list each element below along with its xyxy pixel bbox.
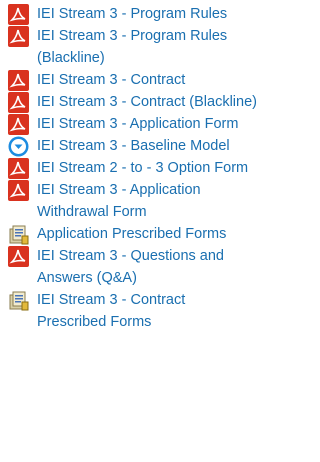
list-item[interactable]: IEI Stream 3 - Contract (Blackline) (8, 91, 266, 113)
download-icon (8, 136, 29, 157)
pdf-icon (8, 158, 29, 179)
link-program-rules[interactable]: IEI Stream 3 - Program Rules (37, 3, 257, 25)
pdf-icon (8, 92, 29, 113)
pdf-icon (8, 26, 29, 47)
pdf-icon (8, 180, 29, 201)
link-application-withdrawal-form[interactable]: IEI Stream 3 - Application Withdrawal Fo… (37, 179, 257, 223)
document-link-list: IEI Stream 3 - Program Rules IEI Stream … (0, 0, 266, 333)
forms-icon (8, 224, 29, 245)
list-item[interactable]: IEI Stream 3 - Application Form (8, 113, 266, 135)
list-item[interactable]: IEI Stream 3 - Baseline Model (8, 135, 266, 157)
link-contract-blackline[interactable]: IEI Stream 3 - Contract (Blackline) (37, 91, 257, 113)
pdf-icon (8, 114, 29, 135)
list-item[interactable]: IEI Stream 3 - Contract (8, 69, 266, 91)
link-contract-prescribed-forms[interactable]: IEI Stream 3 - Contract Prescribed Forms (37, 289, 257, 333)
link-questions-and-answers[interactable]: IEI Stream 3 - Questions and Answers (Q&… (37, 245, 257, 289)
list-item[interactable]: IEI Stream 3 - Questions and Answers (Q&… (8, 245, 266, 289)
pdf-icon (8, 70, 29, 91)
link-application-prescribed-forms[interactable]: Application Prescribed Forms (37, 223, 257, 245)
list-item[interactable]: IEI Stream 3 - Application Withdrawal Fo… (8, 179, 266, 223)
link-application-form[interactable]: IEI Stream 3 - Application Form (37, 113, 257, 135)
link-program-rules-blackline[interactable]: IEI Stream 3 - Program Rules (Blackline) (37, 25, 257, 69)
pdf-icon (8, 246, 29, 267)
list-item[interactable]: Application Prescribed Forms (8, 223, 266, 245)
link-baseline-model[interactable]: IEI Stream 3 - Baseline Model (37, 135, 257, 157)
list-item[interactable]: IEI Stream 2 - to - 3 Option Form (8, 157, 266, 179)
list-item[interactable]: IEI Stream 3 - Contract Prescribed Forms (8, 289, 266, 333)
link-contract[interactable]: IEI Stream 3 - Contract (37, 69, 257, 91)
pdf-icon (8, 4, 29, 25)
list-item[interactable]: IEI Stream 3 - Program Rules (8, 3, 266, 25)
forms-icon (8, 290, 29, 311)
list-item[interactable]: IEI Stream 3 - Program Rules (Blackline) (8, 25, 266, 69)
link-option-form[interactable]: IEI Stream 2 - to - 3 Option Form (37, 157, 257, 179)
